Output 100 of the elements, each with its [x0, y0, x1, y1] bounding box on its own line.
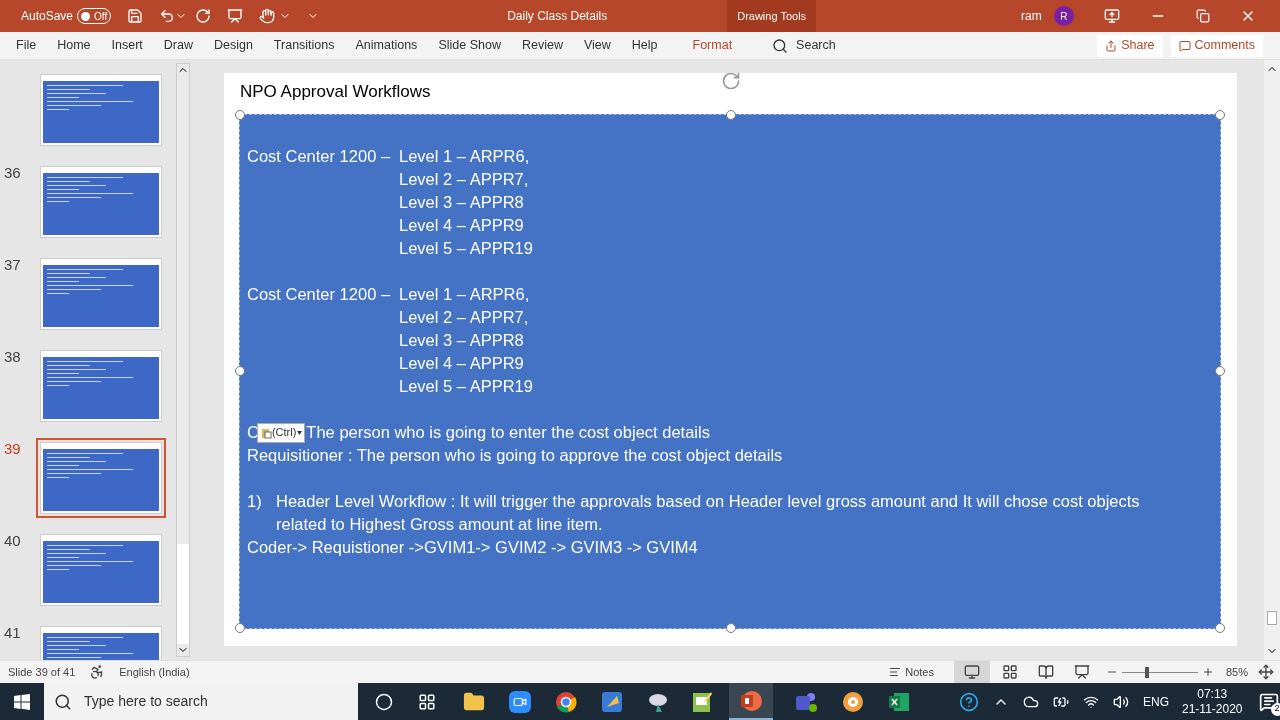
restore-icon[interactable]: [1195, 9, 1210, 23]
ribbon-tab[interactable]: View: [583, 36, 611, 55]
slide-number: 40: [4, 531, 22, 551]
help-icon[interactable]: [959, 691, 979, 712]
ribbon-tab[interactable]: Review: [521, 36, 563, 55]
user-avatar[interactable]: R: [1053, 6, 1074, 26]
search-icon: [772, 37, 789, 54]
thumbnail-scrollbar[interactable]: [176, 63, 190, 657]
touch-mode-icon[interactable]: [259, 8, 276, 24]
search-icon: [54, 692, 72, 711]
approval-level: Level 5 – APPR19: [399, 376, 533, 397]
window-title: Daily Class Details: [506, 8, 609, 25]
approval-level: Level 4 – APPR9: [399, 215, 524, 236]
slide-number: 39: [4, 439, 22, 459]
approval-level: Level 5 – APPR19: [399, 238, 533, 259]
list-marker: 1): [247, 491, 263, 512]
presentation-icon[interactable]: [227, 8, 244, 24]
slide-title: NPO Approval Workflows: [240, 81, 431, 103]
scrollbar-thumb[interactable]: [1267, 611, 1277, 625]
context-tab-label: Drawing Tools: [727, 0, 817, 32]
share-button[interactable]: Share: [1097, 34, 1163, 57]
notes-button[interactable]: Notes: [889, 663, 934, 681]
browser-icon[interactable]: [555, 690, 577, 713]
resize-handle[interactable]: [726, 110, 736, 120]
ribbon-tab[interactable]: Insert: [111, 36, 143, 55]
slide-number: 37: [4, 255, 22, 275]
slide-counter: Slide 39 of 41: [8, 664, 76, 680]
team-chat-icon[interactable]: [794, 690, 818, 713]
task-view-icon[interactable]: [418, 692, 436, 711]
autosave-label: AutoSave: [21, 8, 74, 25]
rotate-handle[interactable]: [721, 71, 741, 91]
volume-icon[interactable]: [1113, 693, 1129, 710]
spreadsheet-edit-icon[interactable]: [691, 690, 713, 713]
user-name: ram: [1021, 8, 1042, 25]
ribbon-tab[interactable]: Format: [692, 36, 733, 55]
app-icon[interactable]: [601, 690, 623, 713]
search-field[interactable]: Search: [772, 36, 893, 55]
resize-handle[interactable]: [1215, 623, 1225, 633]
requisitioner-definition: Requisitioner : The person who is going to approve the cost object details: [247, 445, 783, 466]
undo-icon[interactable]: [159, 8, 176, 24]
resize-handle[interactable]: [1215, 110, 1225, 120]
resize-handle[interactable]: [1215, 366, 1225, 376]
slide-thumbnail[interactable]: [36, 438, 166, 518]
approval-level: Level 1 – ARPR6,: [399, 284, 530, 305]
list-item-text: Header Level Workflow : It will trigger the approvals based on Header level gross amount and It will chose cost objects related to Highest Gross amount at line item.: [276, 491, 1141, 535]
resize-handle[interactable]: [235, 623, 245, 633]
resize-handle[interactable]: [235, 110, 245, 120]
fit-slide-icon[interactable]: [1258, 664, 1274, 680]
video-call-icon[interactable]: [509, 690, 531, 713]
approval-level: Level 2 – APPR7,: [399, 169, 529, 190]
folder-icon[interactable]: [463, 690, 485, 713]
redo-icon[interactable]: [195, 8, 212, 24]
ribbon-tab[interactable]: Animations: [355, 36, 418, 55]
zoom-percent[interactable]: 85%: [1225, 663, 1248, 681]
ribbon-tab[interactable]: Help: [631, 36, 658, 55]
notification-icon[interactable]: [1258, 691, 1279, 712]
input-language[interactable]: ENG: [1143, 692, 1169, 711]
windows-start-icon[interactable]: [14, 693, 30, 710]
share-icon: [1105, 39, 1118, 52]
ribbon-tab[interactable]: Transitions: [273, 36, 335, 55]
zoom-slider-thumb[interactable]: [1144, 666, 1149, 678]
clock-time[interactable]: 07:13: [1197, 686, 1228, 702]
cost-center-label: Cost Center 1200 –: [247, 146, 392, 167]
language-status[interactable]: English (India): [119, 663, 190, 681]
resize-handle[interactable]: [235, 366, 245, 376]
paste-options-badge[interactable]: (Ctrl): [256, 422, 306, 443]
presentation-app-icon: [740, 689, 762, 712]
comments-button[interactable]: Comments: [1170, 34, 1263, 57]
normal-view-button[interactable]: [953, 661, 990, 683]
slide-number: 41: [4, 623, 22, 643]
scrollbar-thumb[interactable]: [177, 544, 189, 644]
spreadsheet-icon[interactable]: [888, 690, 910, 713]
ribbon-tab[interactable]: File: [16, 36, 37, 55]
cortana-icon[interactable]: [375, 692, 393, 711]
approval-level: Level 2 – APPR7,: [399, 307, 529, 328]
approval-level: Level 3 – APPR8: [399, 330, 524, 351]
coder-definition: The person who is going to enter the cost object details: [306, 422, 710, 443]
resize-handle[interactable]: [726, 623, 736, 633]
ribbon-tab[interactable]: Design: [213, 36, 253, 55]
flower-app-icon[interactable]: [842, 690, 864, 713]
notes-icon: [889, 666, 902, 678]
clock-date[interactable]: 21-11-2020: [1182, 701, 1243, 717]
approval-level: Level 4 – APPR9: [399, 353, 524, 374]
approval-level: Level 3 – APPR8: [399, 192, 524, 213]
slide-scrollbar[interactable]: [1264, 60, 1280, 660]
ribbon-tab[interactable]: Home: [57, 36, 91, 55]
ribbon-tab[interactable]: Draw: [163, 36, 193, 55]
comment-icon: [1178, 39, 1191, 52]
slide-sorter-icon[interactable]: [1001, 664, 1018, 680]
ribbon-tab[interactable]: Slide Show: [438, 36, 501, 55]
slideshow-icon[interactable]: [1073, 664, 1090, 680]
display-options-icon[interactable]: [1103, 8, 1120, 24]
notification-count: 2: [1270, 702, 1280, 716]
taskbar-search-field[interactable]: Type here to search: [44, 683, 358, 720]
zoom-in-icon[interactable]: [1201, 666, 1214, 678]
taskbar-app-button[interactable]: [729, 683, 773, 720]
cost-center-label: Cost Center 1200 –: [247, 284, 392, 305]
save-icon[interactable]: [127, 8, 144, 24]
reading-view-icon[interactable]: [1037, 664, 1054, 680]
slide-number: 38: [4, 347, 22, 367]
